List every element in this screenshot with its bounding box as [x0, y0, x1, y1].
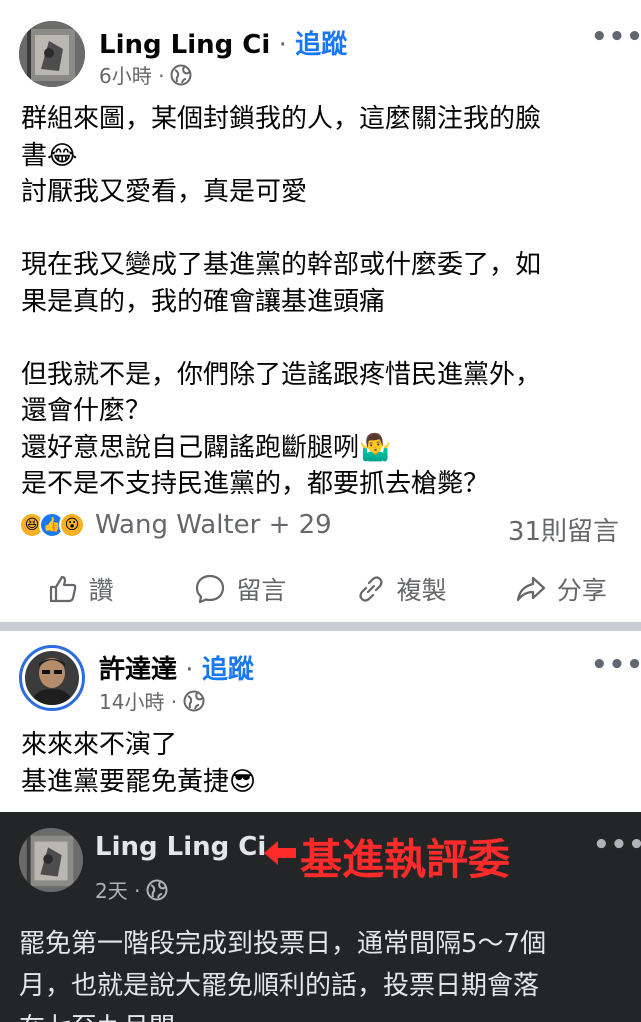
embedded-screenshot: Ling Ling Ci 基進執評委 2天 · ••• 罷免第一階段完成到投票日… — [0, 812, 641, 1022]
thumbs-up-icon — [49, 575, 76, 603]
post-meta: 2天 · — [95, 875, 168, 904]
avatar-image — [25, 651, 79, 705]
copy-label: 複製 — [396, 576, 447, 605]
post-meta: 6小時 · — [99, 60, 192, 89]
author-name: Ling Ling Ci — [95, 832, 267, 862]
annotation-label: 基進執評委 — [300, 835, 511, 884]
author-avatar — [19, 828, 83, 892]
globe-icon — [146, 879, 168, 900]
post-meta: 14小時 · — [99, 686, 205, 715]
comment-bubble-icon — [196, 574, 225, 604]
author-name[interactable]: Ling Ling Ci — [99, 30, 270, 60]
feed-divider — [0, 622, 641, 631]
follow-link[interactable]: 追蹤 — [295, 30, 347, 60]
copy-button[interactable]: 複製 — [321, 560, 481, 618]
author-avatar[interactable] — [19, 645, 85, 711]
name-separator: · — [270, 30, 296, 60]
post-time: 2天 · — [95, 879, 141, 903]
post-body: 罷免第一階段完成到投票日，通常間隔5～7個 月，也就是說大罷免順利的話，投票日期… — [19, 929, 547, 1022]
wow-reaction-icon: 😮 — [59, 512, 85, 538]
avatar-image — [19, 828, 83, 892]
post-body: 來來來不演了 基進黨要罷免黃捷😎 — [21, 730, 257, 797]
reaction-summary[interactable]: 😆 👍 😮 Wang Walter + 29 — [19, 510, 332, 540]
comment-label: 留言 — [236, 576, 287, 605]
post-time[interactable]: 6小時 · — [99, 60, 164, 89]
globe-icon — [170, 64, 192, 85]
red-arrow-icon — [262, 838, 298, 872]
post-actions-bar: 讚 留言 複製 分享 — [0, 560, 641, 618]
link-icon — [359, 576, 383, 602]
post-time[interactable]: 14小時 · — [99, 686, 177, 715]
name-separator: · — [177, 655, 202, 685]
comment-button[interactable]: 留言 — [160, 560, 320, 618]
more-options-icon[interactable]: ••• — [591, 650, 641, 680]
author-name-line: 許達達 · 追蹤 — [99, 649, 254, 686]
avatar-image — [19, 21, 85, 87]
share-arrow-icon — [516, 576, 545, 602]
author-name-line: Ling Ling Ci · 追蹤 — [99, 24, 347, 61]
like-button[interactable]: 讚 — [0, 560, 160, 618]
author-name[interactable]: 許達達 — [99, 655, 177, 685]
follow-link[interactable]: 追蹤 — [202, 655, 254, 685]
post-card: 許達達 · 追蹤 14小時 · ••• 來來來不演了 基進黨要罷免黃捷😎 — [0, 631, 641, 812]
more-options-icon: ••• — [593, 830, 641, 860]
globe-icon — [183, 690, 205, 711]
reaction-names: Wang Walter + 29 — [95, 510, 332, 540]
post-body: 群組來圖，某個封鎖我的人，這麼關注我的臉 書😂 討厭我又愛看，真是可愛 現在我又… — [21, 104, 542, 499]
share-label: 分享 — [556, 576, 607, 605]
share-button[interactable]: 分享 — [481, 560, 641, 618]
more-options-icon[interactable]: ••• — [591, 22, 641, 52]
like-label: 讚 — [88, 576, 114, 605]
comment-count[interactable]: 31則留言 — [508, 511, 619, 548]
author-avatar[interactable] — [19, 21, 85, 87]
post-card: Ling Ling Ci · 追蹤 6小時 · ••• 群組來圖，某個封鎖我的人… — [0, 0, 641, 622]
